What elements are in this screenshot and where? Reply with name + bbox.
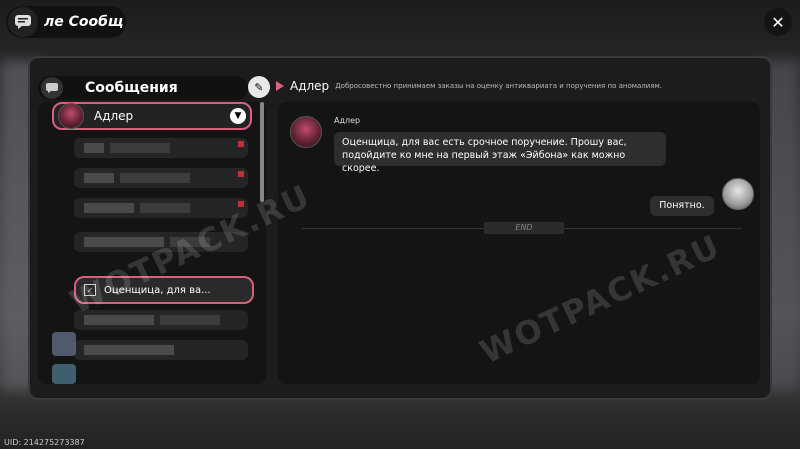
contact-item[interactable]: Адлер ▼: [52, 102, 252, 130]
list-item-text: [110, 143, 170, 153]
list-item[interactable]: [74, 168, 248, 188]
list-item-text: [84, 173, 114, 183]
list-item-text: [84, 203, 134, 213]
contact-name: Адлер: [94, 109, 134, 123]
contact-avatar[interactable]: [52, 332, 76, 356]
unread-dot: [238, 171, 244, 177]
player-avatar: [722, 178, 754, 210]
list-item[interactable]: [74, 310, 248, 330]
sidebar-title: Сообщения: [85, 80, 178, 96]
contact-avatar: [58, 103, 84, 129]
top-bar: ле Сообщ ✕: [0, 0, 800, 48]
contact-avatar[interactable]: [52, 364, 76, 384]
list-item-text: [84, 345, 174, 355]
chat-contact-name: Адлер: [290, 79, 330, 93]
chevron-down-icon[interactable]: ▼: [230, 108, 246, 124]
chat-contact-description: Добросовестно принимаем заказы на оценку…: [335, 82, 663, 90]
list-item-text: [140, 203, 190, 213]
list-item[interactable]: [74, 340, 248, 360]
uid-label: UID: 214275273387: [4, 438, 85, 447]
close-button[interactable]: ✕: [764, 8, 792, 36]
top-title-pill: ле Сообщ: [6, 6, 126, 38]
list-item-text: [120, 173, 190, 183]
edit-icon[interactable]: ✎: [248, 76, 270, 98]
message-bubble: Оценщица, для вас есть срочное поручение…: [334, 132, 666, 174]
messages-panel: Сообщения ✎ Адлер ▼ ✓ Оценщица, для ва..…: [28, 56, 772, 400]
end-label: END: [484, 222, 564, 234]
sender-avatar: [290, 116, 322, 148]
chat-icon: [41, 77, 63, 99]
scrollbar[interactable]: [260, 102, 264, 202]
list-item[interactable]: [74, 138, 248, 158]
chat-header: Адлер Добросовестно принимаем заказы на …: [276, 76, 662, 96]
chat-icon: [8, 7, 38, 37]
list-item-text: [84, 143, 104, 153]
reply-bubble: Понятно.: [650, 196, 714, 216]
close-icon: ✕: [771, 12, 785, 32]
sidebar-header: Сообщения: [38, 76, 248, 100]
list-item-text: [84, 315, 154, 325]
play-icon: [276, 81, 284, 91]
message-sender: Адлер: [334, 116, 361, 125]
list-item-text: [160, 315, 220, 325]
unread-dot: [238, 141, 244, 147]
page-title: ле Сообщ: [44, 14, 124, 30]
